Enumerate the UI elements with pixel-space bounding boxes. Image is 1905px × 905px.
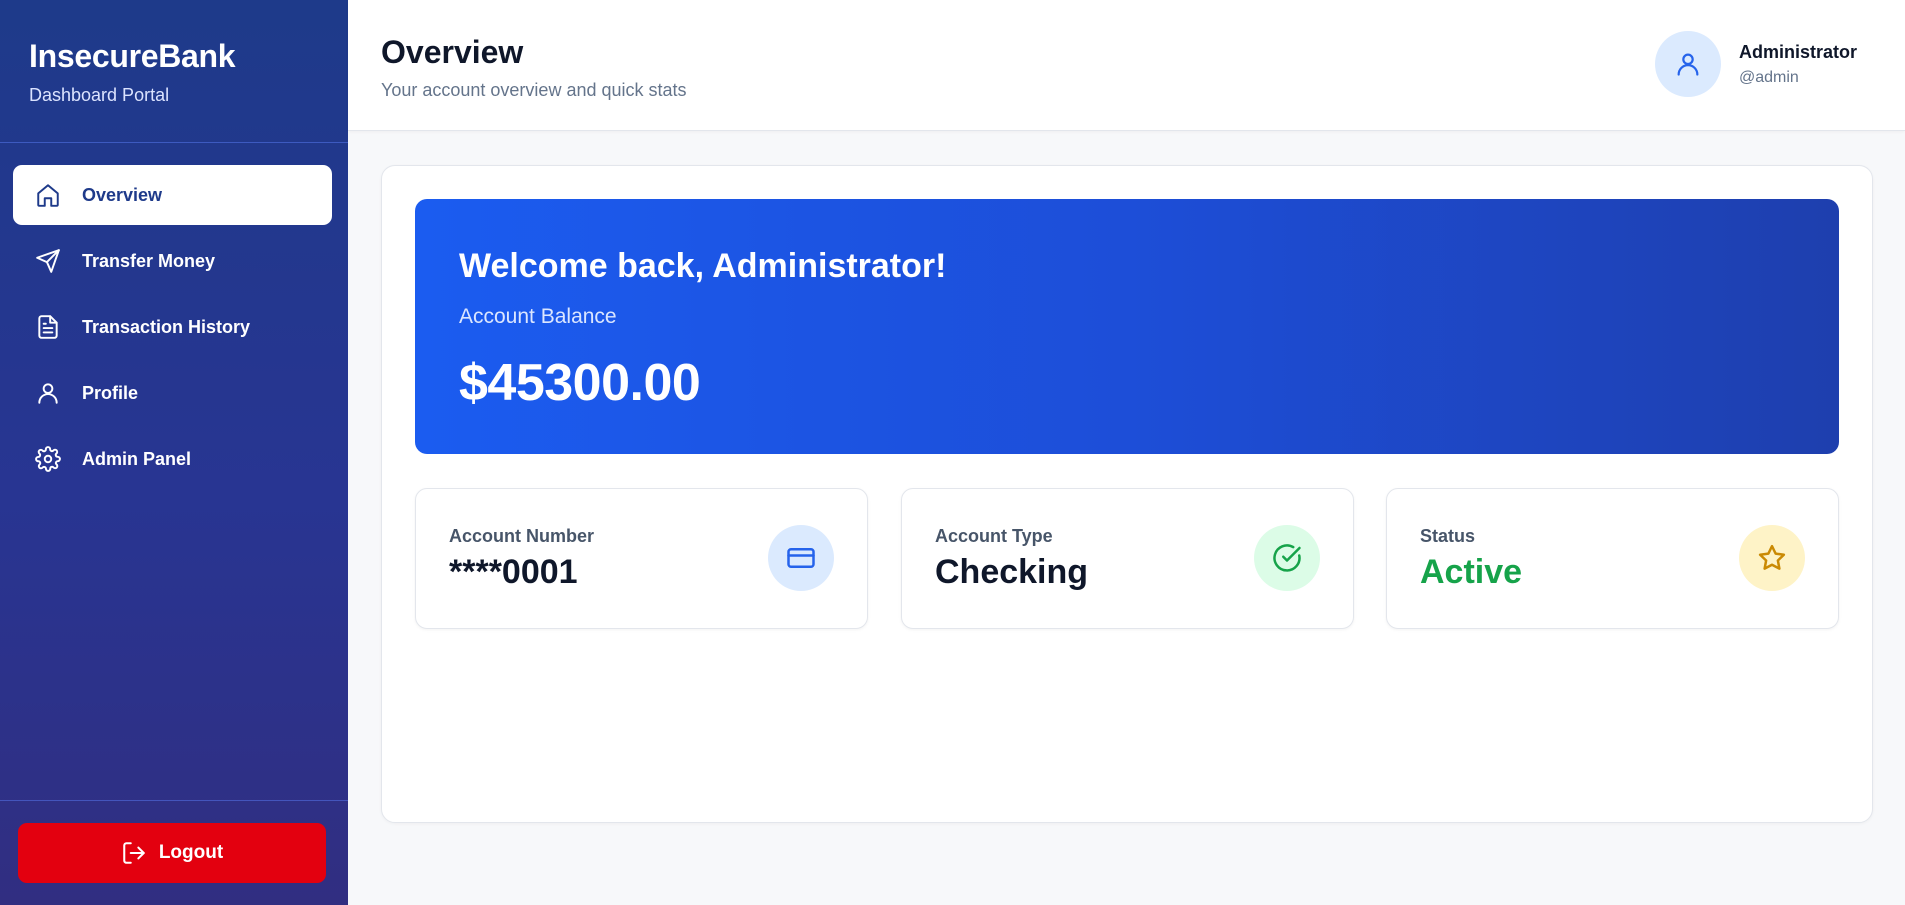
- stat-value: ****0001: [449, 553, 578, 591]
- page-subtitle: Your account overview and quick stats: [381, 80, 687, 100]
- brand: InsecureBank Dashboard Portal: [0, 0, 348, 143]
- balance-label: Account Balance: [459, 305, 617, 328]
- avatar[interactable]: [1654, 31, 1721, 97]
- sidebar-item-label: Overview: [82, 184, 163, 205]
- stat-card-account-number: Account Number ****0001: [415, 488, 868, 629]
- sidebar-item-label: Transfer Money: [82, 250, 216, 271]
- stat-label: Account Type: [935, 526, 1053, 546]
- top-header: Overview Your account overview and quick…: [348, 0, 1905, 131]
- user-menu[interactable]: Administrator @admin: [1654, 31, 1857, 97]
- sidebar-item-label: Admin Panel: [82, 448, 192, 469]
- user-handle: @admin: [1738, 68, 1799, 86]
- stat-label: Account Number: [449, 526, 595, 546]
- sidebar-item-admin-panel[interactable]: Admin Panel: [13, 429, 332, 489]
- user-name: Administrator: [1738, 41, 1857, 62]
- check-circle-icon: [1254, 525, 1320, 591]
- page-title: Overview: [381, 34, 524, 70]
- brand-title: InsecureBank: [29, 38, 236, 74]
- sidebar-footer: Logout: [0, 800, 348, 905]
- sidebar-item-label: Transaction History: [82, 316, 251, 337]
- balance-value: $45300.00: [459, 354, 701, 412]
- logout-button[interactable]: Logout: [18, 823, 326, 883]
- welcome-title: Welcome back, Administrator!: [459, 247, 947, 285]
- stat-card-account-type: Account Type Checking: [901, 488, 1354, 629]
- star-icon: [1739, 525, 1805, 591]
- credit-card-icon: [768, 525, 834, 591]
- logout-icon: [123, 842, 145, 864]
- send-icon: [34, 247, 62, 275]
- sidebar-item-transfer-money[interactable]: Transfer Money: [13, 231, 332, 291]
- user-icon: [1677, 53, 1699, 76]
- sidebar-item-label: Profile: [82, 382, 139, 403]
- gear-icon: [34, 445, 62, 473]
- brand-subtitle: Dashboard Portal: [29, 85, 170, 105]
- user-info: Administrator @admin: [1739, 42, 1857, 87]
- stat-label: Status: [1420, 526, 1476, 546]
- document-icon: [34, 313, 62, 341]
- sidebar-item-overview[interactable]: Overview: [13, 165, 332, 225]
- welcome-banner: Welcome back, Administrator! Account Bal…: [415, 199, 1839, 454]
- overview-card: Welcome back, Administrator! Account Bal…: [381, 165, 1873, 823]
- sidebar-nav: Overview Transfer Money Transaction Hist…: [0, 165, 348, 489]
- stat-card-status: Status Active: [1386, 488, 1839, 629]
- logout-label: Logout: [158, 842, 224, 863]
- sidebar-item-profile[interactable]: Profile: [13, 363, 332, 423]
- home-icon: [34, 181, 62, 209]
- sidebar-item-transaction-history[interactable]: Transaction History: [13, 297, 332, 357]
- user-icon: [34, 379, 62, 407]
- sidebar: InsecureBank Dashboard Portal Overview T…: [0, 0, 348, 905]
- stat-value: Active: [1420, 553, 1523, 591]
- stat-value: Checking: [935, 553, 1089, 591]
